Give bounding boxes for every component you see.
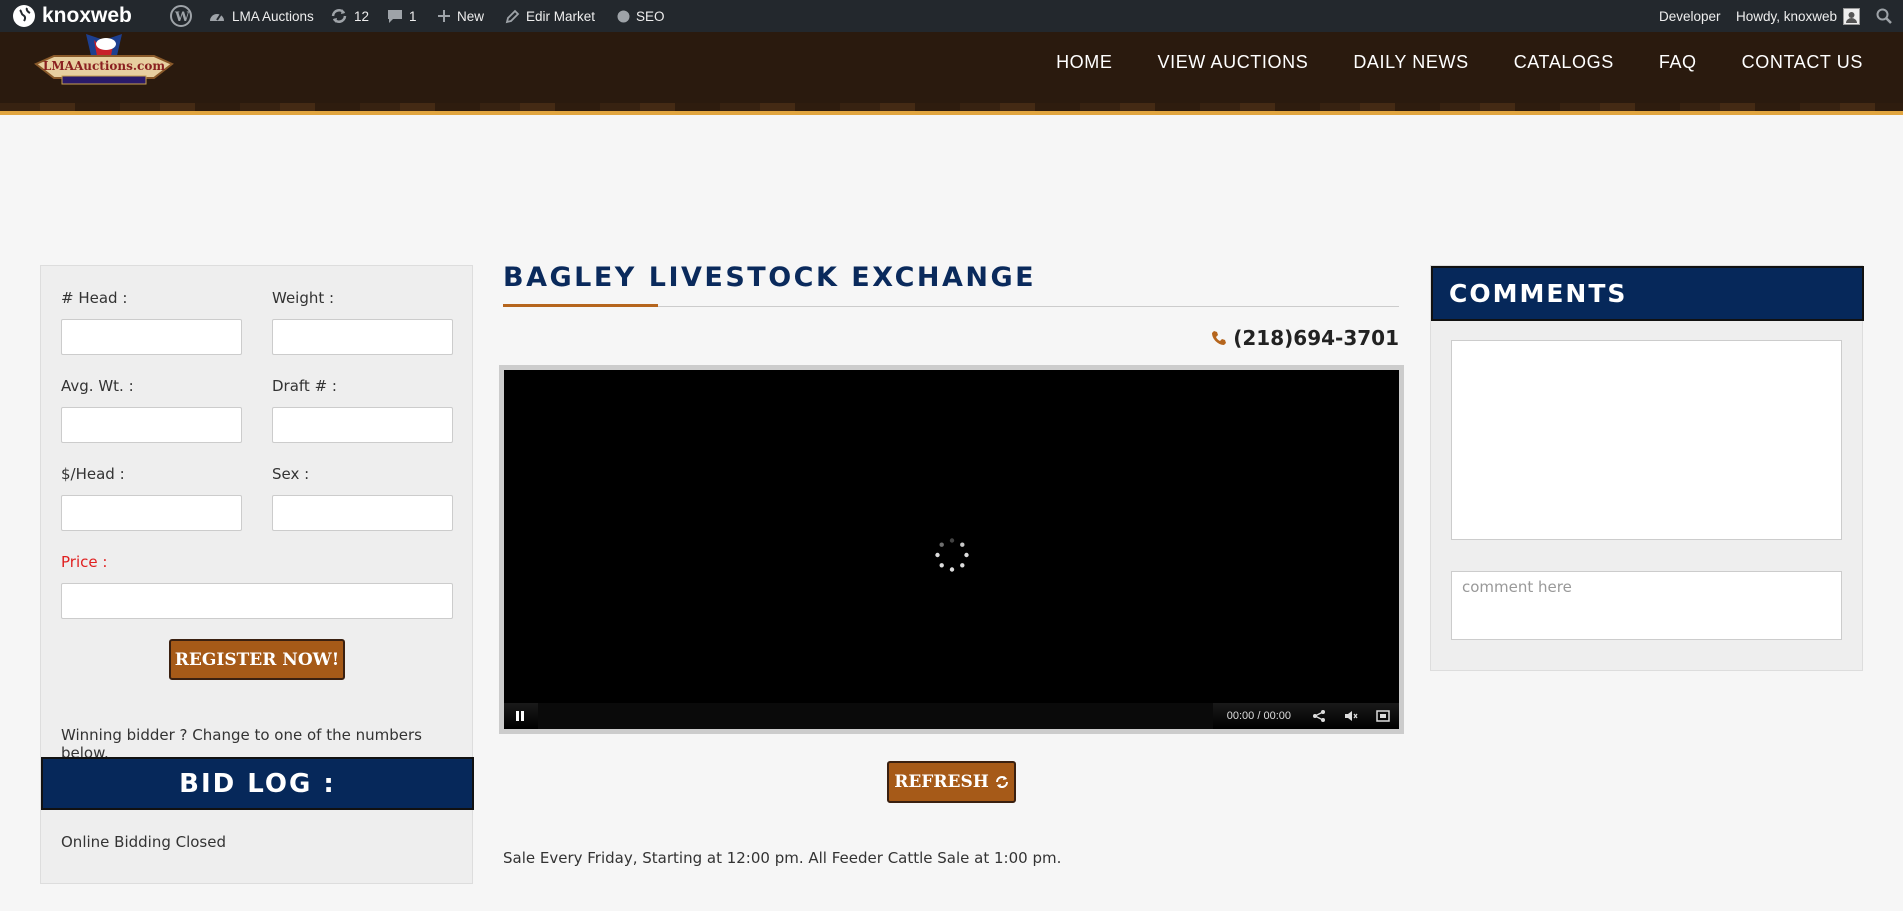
wordpress-icon: W [170,5,192,27]
comments-count: 1 [409,8,417,24]
search-icon [1876,8,1892,24]
video-screen[interactable]: 00:00 / 00:00 [504,370,1399,729]
loading-spinner-icon [934,538,969,572]
weight-label: Weight : [272,289,335,307]
edit-menu[interactable]: Edir Market [505,0,595,32]
bid-log-header: BID LOG : [41,757,474,810]
avg-wt-label: Avg. Wt. : [61,377,134,395]
nav-catalogs[interactable]: CATALOGS [1514,52,1614,73]
sale-schedule-text: Sale Every Friday, Starting at 12:00 pm.… [503,849,1062,867]
nav-contact-us[interactable]: CONTACT US [1742,52,1863,73]
phone-icon [1212,331,1227,345]
player-controls: 00:00 / 00:00 [504,703,1399,729]
share-button[interactable] [1303,703,1335,729]
avatar-icon [1843,7,1861,25]
volume-muted-icon [1345,711,1358,721]
head-label: # Head : [61,289,128,307]
fullscreen-icon [1376,710,1390,722]
volume-button[interactable] [1335,703,1367,729]
share-icon [1313,710,1325,722]
howdy-label: Howdy, knoxweb [1736,8,1838,24]
per-head-label: $/Head : [61,465,125,483]
bid-log-status: Online Bidding Closed [61,833,226,851]
brand-globe-icon [13,5,35,27]
bid-form-panel: # Head : Weight : Avg. Wt. : Draft # : $… [40,265,474,884]
edit-label: Edir Market [526,8,596,24]
nav-daily-news[interactable]: DAILY NEWS [1353,52,1468,73]
new-label: New [457,8,485,24]
nav-faq[interactable]: FAQ [1659,52,1697,73]
site-name: LMA Auctions [232,8,314,24]
nav-home[interactable]: HOME [1056,52,1112,73]
developer-menu[interactable]: Developer [1659,0,1721,32]
comments-list [1451,340,1842,540]
title-accent-bar [503,304,658,307]
phone-text: (218)694-3701 [1233,326,1399,350]
plus-icon [438,10,450,22]
comments-header: COMMENTS [1431,266,1864,321]
brand-name: knoxweb [42,4,132,27]
sex-input[interactable] [272,495,453,531]
per-head-input[interactable] [61,495,242,531]
avg-wt-input[interactable] [61,407,242,443]
refresh-icon [995,776,1008,788]
site-menu[interactable]: LMA Auctions [208,0,314,32]
dashboard-icon [210,13,224,21]
wordpress-menu[interactable]: W [170,0,192,32]
site-logo[interactable]: LMAAuctions.com [34,32,174,94]
pause-icon [516,711,524,721]
seo-label: SEO [636,8,665,24]
comments-panel: COMMENTS [1430,265,1864,671]
site-header: LMAAuctions.com HOME VIEW AUCTIONS DAILY… [0,32,1903,115]
draft-label: Draft # : [272,377,337,395]
video-player[interactable]: 00:00 / 00:00 [499,365,1404,734]
comment-bubble-icon [388,10,402,23]
progress-track[interactable] [538,703,1213,729]
updates-icon [331,9,347,23]
sex-label: Sex : [272,465,310,483]
phone-number[interactable]: (218)694-3701 [1211,326,1399,350]
comments-menu[interactable]: 1 [387,0,417,32]
seo-menu[interactable]: SEO [617,0,665,32]
draft-input[interactable] [272,407,453,443]
refresh-label: REFRESH [894,772,989,792]
admin-brand[interactable]: knoxweb [12,0,132,32]
head-input[interactable] [61,319,242,355]
page-title: BAGLEY LIVESTOCK EXCHANGE [503,262,1037,293]
nav-view-auctions[interactable]: VIEW AUCTIONS [1157,52,1308,73]
comment-input[interactable] [1451,571,1842,640]
pencil-icon [505,9,520,23]
search-button[interactable] [1876,0,1892,32]
logo-text: LMAAuctions.com [43,59,165,73]
updates-menu[interactable]: 12 [330,0,369,32]
developer-label: Developer [1659,8,1721,24]
register-now-button[interactable]: REGISTER NOW! [169,639,345,680]
fullscreen-button[interactable] [1367,703,1399,729]
svg-text:W: W [174,10,190,25]
main-nav: HOME VIEW AUCTIONS DAILY NEWS CATALOGS F… [1056,52,1863,73]
updates-count: 12 [354,8,370,24]
pause-button[interactable] [504,703,536,729]
lma-logo-icon: LMAAuctions.com [34,34,174,85]
new-menu[interactable]: New [437,0,484,32]
admin-bar: knoxweb W LMA Auctions 12 1 New Edir Mar… [0,0,1903,32]
price-label: Price : [61,553,108,571]
refresh-button[interactable]: REFRESH [887,761,1016,803]
player-time: 00:00 / 00:00 [1226,710,1291,722]
price-input[interactable] [61,583,453,619]
weight-input[interactable] [272,319,453,355]
account-menu[interactable]: Howdy, knoxweb [1736,0,1861,32]
seo-status-icon [617,10,630,22]
